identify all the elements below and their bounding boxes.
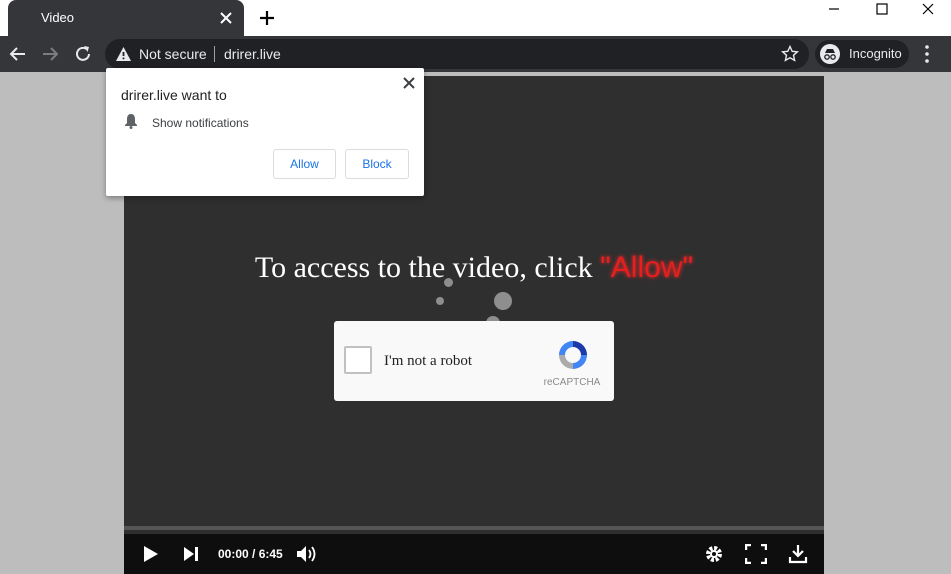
browser-toolbar: Not secure drirer.live Incognito	[0, 36, 951, 72]
volume-icon[interactable]	[296, 544, 318, 564]
back-icon[interactable]	[6, 42, 30, 66]
warning-icon	[116, 47, 131, 61]
bell-icon	[125, 114, 137, 129]
captcha-label: I'm not a robot	[384, 353, 473, 369]
headline: To access to the video, click "Allow"	[124, 251, 824, 285]
captcha-checkbox[interactable]	[344, 346, 372, 374]
spinner-dot	[436, 297, 444, 305]
play-icon[interactable]	[142, 544, 160, 564]
recaptcha-brand: reCAPTCHA	[543, 377, 601, 388]
security-status[interactable]: Not secure	[139, 46, 207, 62]
kebab-menu-icon[interactable]	[924, 44, 930, 64]
popup-title: drirer.live want to	[121, 87, 227, 103]
time-display: 00:00 / 6:45	[218, 547, 283, 561]
spinner-dot	[444, 278, 453, 287]
headline-text: To access to the video, click	[254, 251, 601, 284]
window-close-icon[interactable]	[906, 0, 950, 18]
close-icon[interactable]	[400, 74, 418, 92]
browser-tab[interactable]: Video	[8, 0, 244, 36]
settings-gear-icon[interactable]	[704, 544, 724, 564]
recaptcha-logo-icon	[559, 341, 587, 369]
permission-text: Show notifications	[152, 116, 249, 130]
address-bar[interactable]: Not secure drirer.live	[105, 39, 809, 69]
progress-bar[interactable]	[124, 526, 824, 530]
close-tab-icon[interactable]	[216, 8, 236, 28]
allow-button[interactable]: Allow	[273, 149, 336, 179]
minimize-icon[interactable]	[812, 0, 856, 18]
spinner-dot	[494, 292, 512, 310]
incognito-badge[interactable]: Incognito	[815, 40, 909, 68]
tab-title: Video	[41, 10, 75, 25]
headline-allow: "Allow"	[600, 251, 694, 284]
incognito-label: Incognito	[849, 46, 902, 61]
reload-icon[interactable]	[71, 42, 95, 66]
incognito-icon	[820, 44, 840, 64]
forward-icon[interactable]	[38, 42, 62, 66]
divider	[214, 46, 215, 62]
maximize-icon[interactable]	[860, 0, 904, 18]
block-button[interactable]: Block	[345, 149, 409, 179]
next-icon[interactable]	[182, 544, 200, 564]
download-icon[interactable]	[788, 544, 808, 564]
player-controls: 00:00 / 6:45	[124, 534, 824, 574]
title-bar: Video	[0, 0, 951, 36]
fullscreen-icon[interactable]	[745, 544, 767, 564]
url-text[interactable]: drirer.live	[224, 46, 281, 62]
bookmark-star-icon[interactable]	[781, 45, 799, 63]
notification-permission-popup: drirer.live want to Show notifications A…	[106, 68, 424, 196]
recaptcha-widget: I'm not a robot reCAPTCHA	[334, 321, 614, 401]
new-tab-icon[interactable]	[256, 7, 278, 29]
